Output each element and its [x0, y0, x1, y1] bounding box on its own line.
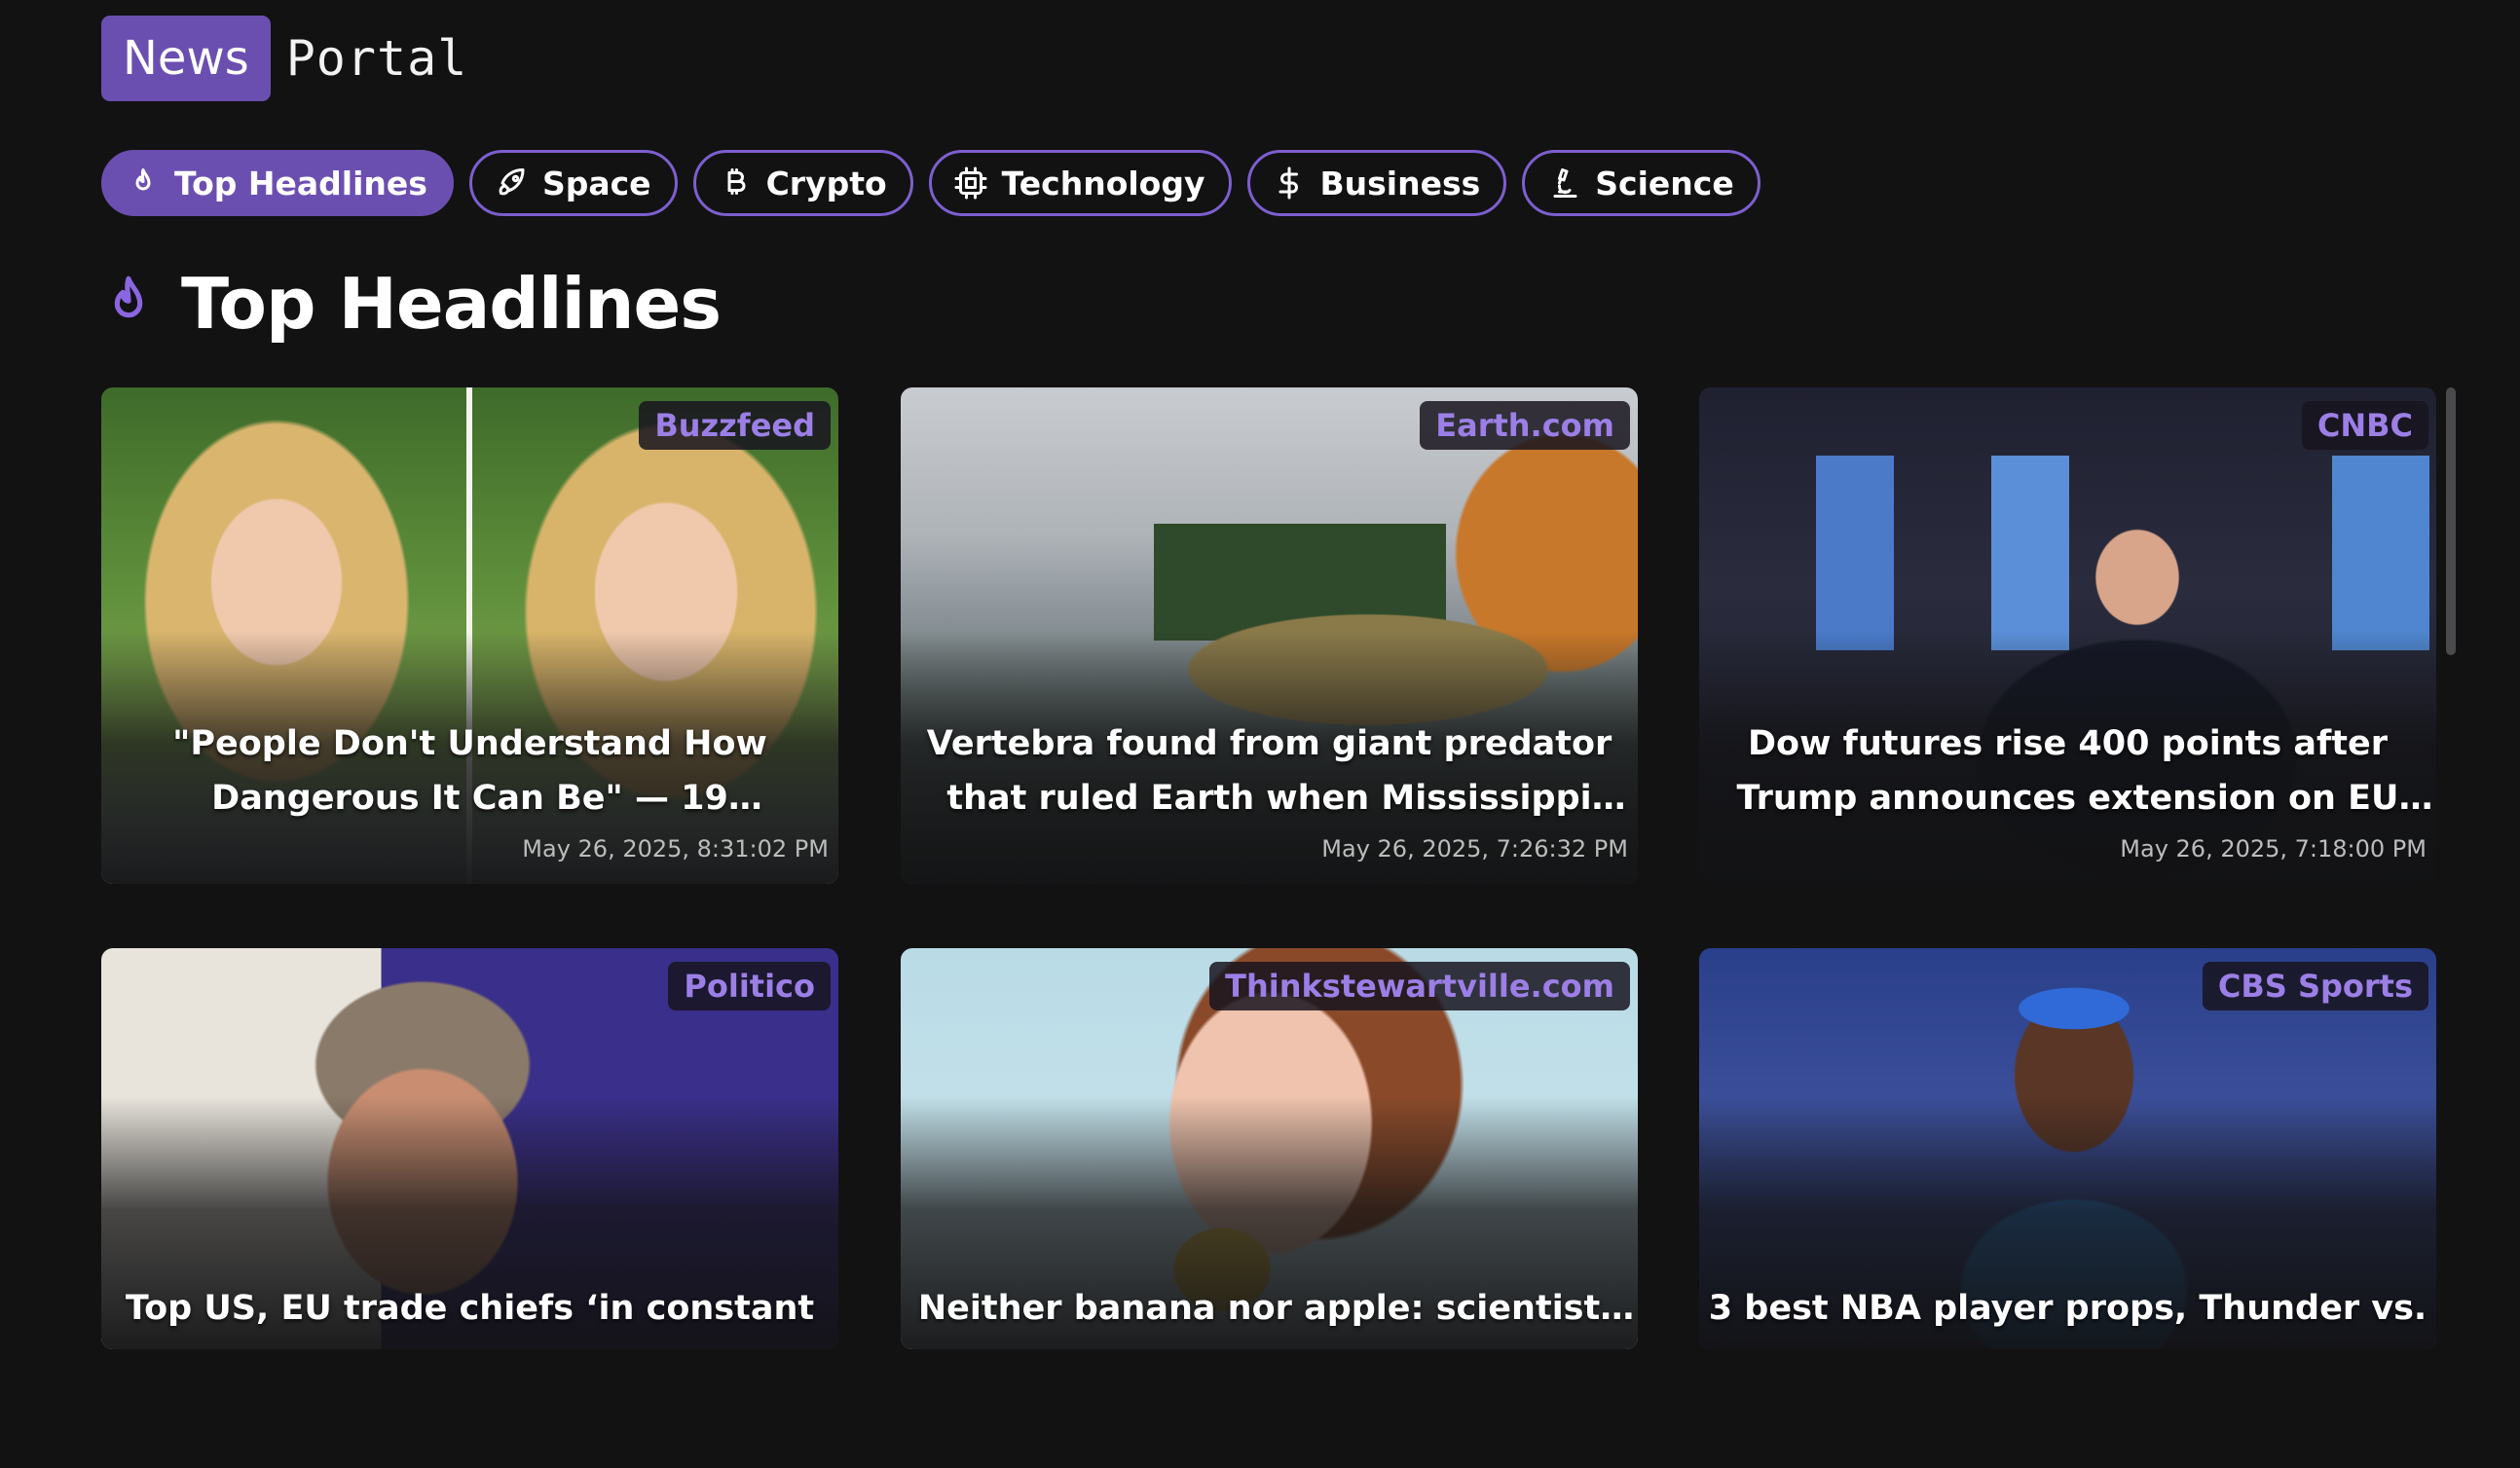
source-badge: CBS Sports	[2202, 962, 2428, 1010]
article-card[interactable]: Thinkstewartville.com Neither banana nor…	[901, 948, 1638, 1349]
article-headline: "People Don't Understand How Dangerous I…	[172, 724, 767, 818]
page-title: Top Headlines	[181, 263, 722, 345]
category-tabs: Top Headlines Space Crypto Technology Bu…	[101, 150, 1760, 216]
article-card[interactable]: CBS Sports 3 best NBA player props, Thun…	[1699, 948, 2436, 1349]
source-badge: Politico	[668, 962, 831, 1010]
article-date: May 26, 2025, 7:26:32 PM	[1321, 835, 1628, 862]
site-logo[interactable]: News Portal	[101, 16, 467, 101]
article-date: May 26, 2025, 7:18:00 PM	[2120, 835, 2427, 862]
tab-label: Space	[541, 164, 651, 202]
scrollbar-thumb[interactable]	[2446, 387, 2456, 655]
tab-label: Business	[1319, 164, 1481, 202]
tab-technology[interactable]: Technology	[928, 150, 1232, 216]
rocket-icon	[499, 168, 525, 196]
tab-label: Crypto	[765, 164, 887, 202]
news-portal-page: News Portal Top Headlines Space Crypto T…	[0, 0, 2520, 1468]
tab-space[interactable]: Space	[468, 150, 678, 216]
flame-icon	[114, 275, 143, 318]
article-card[interactable]: Buzzfeed "People Don't Understand How Da…	[101, 387, 838, 884]
tab-label: Top Headlines	[174, 164, 427, 202]
article-headline: Neither banana nor apple: scientists rev…	[917, 1289, 1621, 1328]
source-badge: Buzzfeed	[639, 401, 831, 450]
microscope-icon	[1553, 168, 1577, 198]
logo-text: Portal	[285, 30, 468, 87]
article-card[interactable]: CNBC Dow futures rise 400 points after T…	[1699, 387, 2436, 884]
article-card[interactable]: Politico Top US, EU trade chiefs ‘in con…	[101, 948, 838, 1349]
flame-icon	[135, 168, 151, 191]
tab-crypto[interactable]: Crypto	[692, 150, 913, 216]
bitcoin-icon	[727, 168, 746, 195]
tab-label: Technology	[1001, 164, 1205, 202]
tab-label: Science	[1595, 164, 1734, 202]
source-badge: Thinkstewartville.com	[1209, 962, 1630, 1010]
article-headline: Dow futures rise 400 points after Trump …	[1736, 724, 2399, 818]
cpu-icon	[954, 166, 987, 200]
source-badge: CNBC	[2301, 401, 2428, 450]
article-headline: Top US, EU trade chiefs ‘in constant	[125, 1289, 815, 1328]
article-date: May 26, 2025, 8:31:02 PM	[522, 835, 829, 862]
tab-top-headlines[interactable]: Top Headlines	[101, 150, 454, 216]
section-heading: Top Headlines	[101, 257, 722, 350]
article-headline: Vertebra found from giant predator that …	[926, 724, 1612, 818]
logo-badge: News	[101, 16, 271, 101]
article-card[interactable]: Earth.com Vertebra found from giant pred…	[901, 387, 1638, 884]
tab-business[interactable]: Business	[1246, 150, 1507, 216]
tab-science[interactable]: Science	[1522, 150, 1760, 216]
source-badge: Earth.com	[1420, 401, 1630, 450]
dollar-icon	[1279, 166, 1298, 200]
article-headline: 3 best NBA player props, Thunder vs.	[1708, 1289, 2427, 1328]
